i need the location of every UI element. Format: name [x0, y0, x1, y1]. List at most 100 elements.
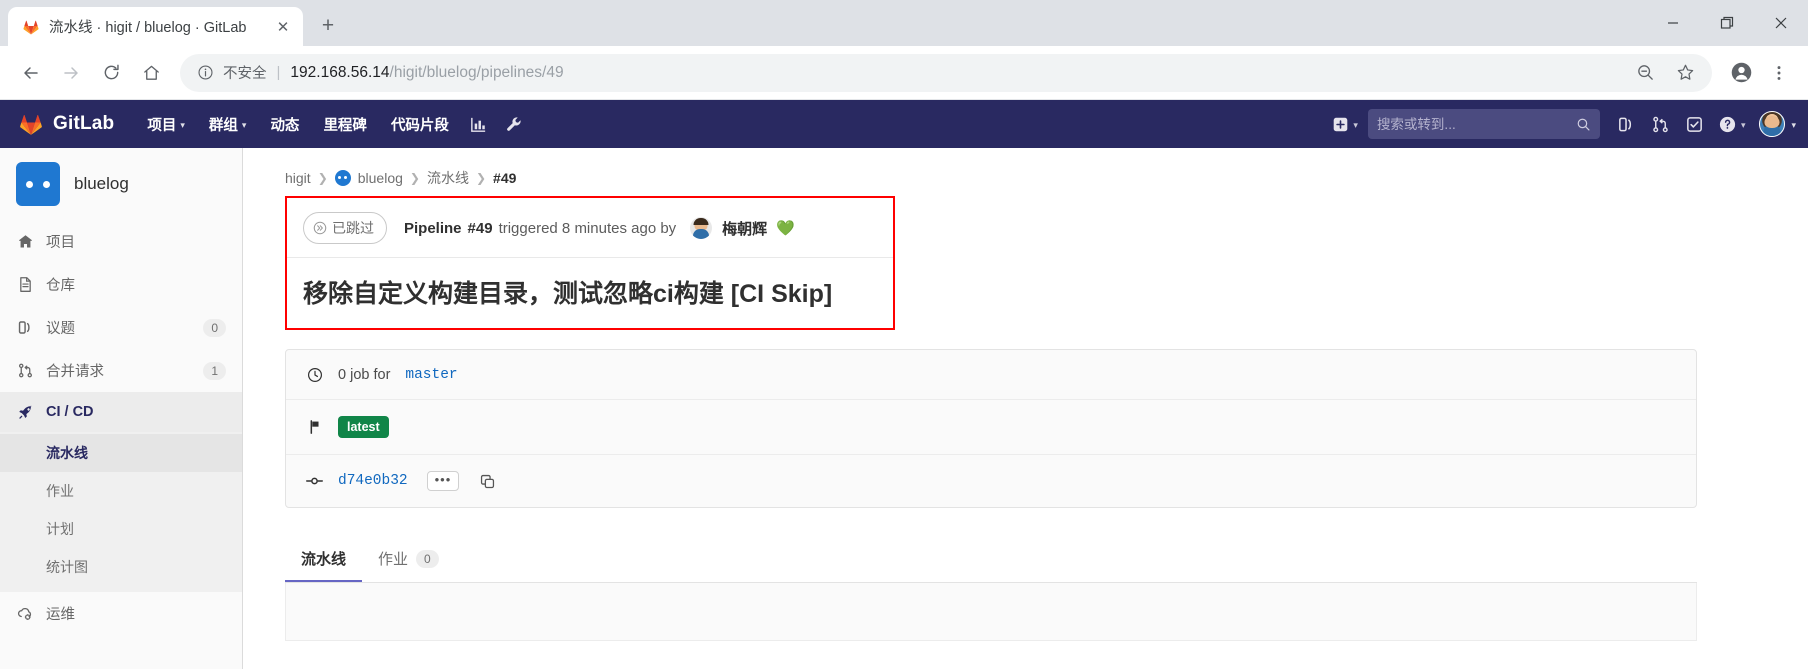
nav-item-groups[interactable]: 群组 ▾: [198, 108, 258, 141]
pipeline-number[interactable]: #49: [468, 220, 493, 237]
search-input[interactable]: [1376, 116, 1576, 132]
avatar: [1759, 111, 1786, 137]
sidebar-item-issues[interactable]: 议题 0: [0, 306, 242, 349]
sidebar-subitem-pipelines[interactable]: 流水线: [0, 434, 242, 472]
project-sidebar: bluelog 项目 仓库 议题 0 合并请求 1 CI / CD 流水线 作业…: [0, 148, 243, 669]
main-content: higit ❯ bluelog ❯ 流水线 ❯ #49 已跳过 Pipeline…: [243, 148, 1808, 669]
pipeline-ref[interactable]: master: [405, 367, 457, 383]
pipeline-tag-badge[interactable]: latest: [338, 416, 389, 438]
browser-tab-title: 流水线 · higit / bluelog · GitLab: [49, 20, 247, 36]
copy-icon[interactable]: [479, 473, 496, 490]
browser-toolbar: 不安全 | 192.168.56.14/higit/bluelog/pipeli…: [0, 46, 1808, 100]
search-icon[interactable]: [1576, 117, 1591, 132]
gitlab-home-link[interactable]: GitLab: [10, 111, 114, 137]
sidebar-subitem-charts[interactable]: 统计图: [0, 548, 242, 586]
sidebar-item-merge-requests[interactable]: 合并请求 1: [0, 349, 242, 392]
close-icon[interactable]: [1754, 0, 1808, 46]
breadcrumb-item-project[interactable]: bluelog: [358, 170, 403, 186]
sidebar-item-label: 合并请求: [46, 364, 104, 380]
nav-item-milestones[interactable]: 里程碑: [312, 108, 378, 141]
chevron-down-icon: ▾: [1353, 119, 1358, 130]
commit-icon: [306, 473, 323, 490]
commit-sha-link[interactable]: d74e0b32: [338, 473, 408, 489]
wrench-icon[interactable]: [498, 107, 532, 141]
breadcrumb-item-group[interactable]: higit: [285, 170, 311, 186]
pipeline-commit-title: 移除自定义构建目录，测试忽略ci构建 [CI Skip]: [303, 280, 833, 308]
sidebar-item-ci-cd[interactable]: CI / CD: [0, 392, 242, 432]
account-icon[interactable]: [1724, 56, 1758, 90]
tab-label: 作业: [378, 551, 409, 568]
star-icon[interactable]: [1672, 60, 1698, 86]
pipeline-description: Pipeline #49 triggered 8 minutes ago by 梅…: [404, 217, 795, 239]
breadcrumb-item-pipelines[interactable]: 流水线: [427, 168, 469, 188]
breadcrumb: higit ❯ bluelog ❯ 流水线 ❯ #49: [285, 162, 1772, 196]
commit-expand-button[interactable]: •••: [426, 471, 460, 491]
sidebar-item-badge: 0: [203, 318, 226, 337]
project-avatar: [16, 162, 60, 206]
nav-item-snippets[interactable]: 代码片段: [380, 108, 460, 141]
pipeline-tabs: 流水线 作业 0: [285, 536, 1697, 583]
sidebar-item-repository[interactable]: 仓库: [0, 263, 242, 306]
gitlab-brand-label: GitLab: [53, 113, 115, 134]
todos-icon[interactable]: [1678, 107, 1712, 141]
reload-icon[interactable]: [92, 54, 130, 92]
navbar-search[interactable]: [1367, 109, 1600, 139]
sidebar-item-label: 议题: [46, 321, 75, 337]
nav-item-label: 代码片段: [390, 117, 449, 134]
sidebar-item-label: CI / CD: [46, 404, 94, 420]
kebab-menu-icon[interactable]: [1762, 56, 1796, 90]
gitlab-logo: [18, 111, 44, 137]
issues-icon[interactable]: [1610, 107, 1644, 141]
sidebar-subitem-jobs[interactable]: 作业: [0, 472, 242, 510]
clock-icon: [306, 366, 323, 383]
create-new-button[interactable]: ▾: [1326, 116, 1364, 133]
browser-tab[interactable]: 流水线 · higit / bluelog · GitLab ✕: [8, 7, 303, 46]
nav-item-label: 项目: [147, 117, 177, 134]
nav-item-projects[interactable]: 项目 ▾: [136, 108, 196, 141]
pipeline-author[interactable]: 梅朝辉: [722, 218, 767, 239]
breadcrumb-separator: ❯: [475, 171, 487, 185]
pipeline-commit-row: d74e0b32 •••: [286, 455, 1696, 507]
browser-tab-strip: 流水线 · higit / bluelog · GitLab ✕ +: [0, 0, 1808, 46]
merge-requests-icon[interactable]: [1644, 107, 1678, 141]
zoom-out-icon[interactable]: [1632, 60, 1658, 86]
gitlab-navbar: GitLab 项目 ▾ 群组 ▾ 动态 里程碑 代码片段 ▾ 搜索或转到... …: [0, 100, 1808, 148]
minimize-icon[interactable]: [1646, 0, 1700, 46]
sidebar-project-header[interactable]: bluelog: [0, 148, 242, 220]
sidebar-item-operations[interactable]: 运维: [0, 592, 242, 635]
maximize-icon[interactable]: [1700, 0, 1754, 46]
pipeline-tag-row: latest: [286, 400, 1696, 455]
home-icon[interactable]: [132, 54, 170, 92]
pipeline-jobs-row: 0 job for master: [286, 350, 1696, 400]
project-avatar: [334, 170, 351, 186]
home-icon: [16, 233, 34, 251]
address-bar[interactable]: 不安全 | 192.168.56.14/higit/bluelog/pipeli…: [180, 53, 1712, 92]
tab-jobs[interactable]: 作业 0: [362, 536, 455, 582]
breadcrumb-item-current: #49: [493, 170, 517, 186]
new-tab-button[interactable]: +: [311, 9, 345, 43]
pipeline-header-row: 已跳过 Pipeline #49 triggered 8 minutes ago …: [287, 198, 893, 258]
chevron-down-icon: ▾: [1791, 119, 1796, 130]
status-badge[interactable]: 已跳过: [303, 212, 387, 244]
tab-close-icon[interactable]: ✕: [273, 17, 293, 37]
back-icon[interactable]: [12, 54, 50, 92]
pipeline-jobs-text: 0 job for: [338, 366, 391, 383]
pipeline-graph-panel: [285, 583, 1697, 641]
user-menu-button[interactable]: ▾: [1751, 111, 1796, 137]
tab-label: 流水线: [301, 551, 347, 568]
nav-item-activity[interactable]: 动态: [259, 108, 310, 141]
not-secure-label: 不安全: [223, 66, 267, 82]
nav-item-label: 群组: [208, 117, 238, 134]
info-circle-icon[interactable]: [196, 63, 215, 82]
navbar-menu: 项目 ▾ 群组 ▾ 动态 里程碑 代码片段: [136, 107, 532, 141]
tab-pipeline[interactable]: 流水线: [285, 536, 363, 582]
sidebar-item-project[interactable]: 项目: [0, 220, 242, 263]
analytics-icon[interactable]: [462, 107, 496, 141]
help-button[interactable]: ▾: [1712, 115, 1752, 134]
address-host: 192.168.56.14: [290, 63, 390, 81]
avatar-hair: [693, 218, 709, 226]
sidebar-subitem-schedules[interactable]: 计划: [0, 510, 242, 548]
project-name: bluelog: [74, 174, 129, 193]
chevron-down-icon: ▾: [1740, 119, 1746, 130]
sidebar-submenu-ci-cd: 流水线 作业 计划 统计图: [0, 432, 242, 592]
